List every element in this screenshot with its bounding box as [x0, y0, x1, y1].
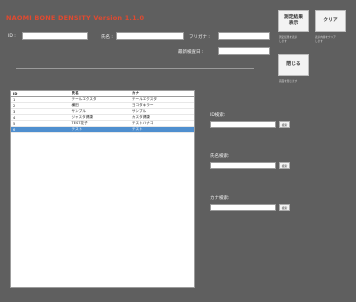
- id-field[interactable]: [22, 32, 88, 40]
- cell-name: テスト: [69, 126, 130, 133]
- id-search-button[interactable]: 検索: [279, 121, 290, 128]
- id-label: ID :: [8, 34, 16, 39]
- lastdate-label: 最新検査日 :: [178, 50, 204, 55]
- kana-label: フリガナ :: [189, 35, 210, 40]
- name-search-button[interactable]: 検索: [279, 162, 290, 169]
- table-row-selected[interactable]: 6 テスト テスト: [11, 126, 194, 133]
- id-search-input[interactable]: [210, 121, 276, 128]
- name-search-label: 氏名検索:: [210, 154, 230, 159]
- name-search-input[interactable]: [210, 162, 276, 169]
- patient-grid[interactable]: ID 氏名 カナ 1 テールエクスタ テールエクスタ 2 横田 ヨコタキラー 3: [10, 90, 195, 288]
- cell-kana: テスト: [129, 126, 194, 133]
- clear-button[interactable]: クリア: [315, 10, 346, 32]
- show-results-button[interactable]: 測定結果 表示: [278, 10, 309, 32]
- kana-search-button[interactable]: 検索: [279, 204, 290, 211]
- kana-search-input[interactable]: [210, 204, 276, 211]
- close-note: 画面を閉じます: [279, 80, 298, 83]
- name-field[interactable]: [116, 32, 184, 40]
- kana-search-label: カナ検索:: [210, 196, 230, 201]
- lastdate-field[interactable]: [218, 47, 270, 55]
- show-results-note: 測定結果を表示 します: [279, 36, 298, 43]
- name-label: 氏名 :: [101, 35, 113, 40]
- header-divider: [16, 68, 254, 69]
- app-window: NAOMI BONE DENSITY Version 1.1.0 ID : 氏名…: [0, 0, 356, 302]
- close-button[interactable]: 閉じる: [278, 54, 309, 76]
- cell-id: 6: [11, 126, 70, 133]
- app-title: NAOMI BONE DENSITY Version 1.1.0: [6, 14, 145, 22]
- kana-field[interactable]: [218, 32, 270, 40]
- clear-note: 表示内容をクリア します: [315, 36, 336, 43]
- id-search-label: ID検索:: [210, 113, 226, 118]
